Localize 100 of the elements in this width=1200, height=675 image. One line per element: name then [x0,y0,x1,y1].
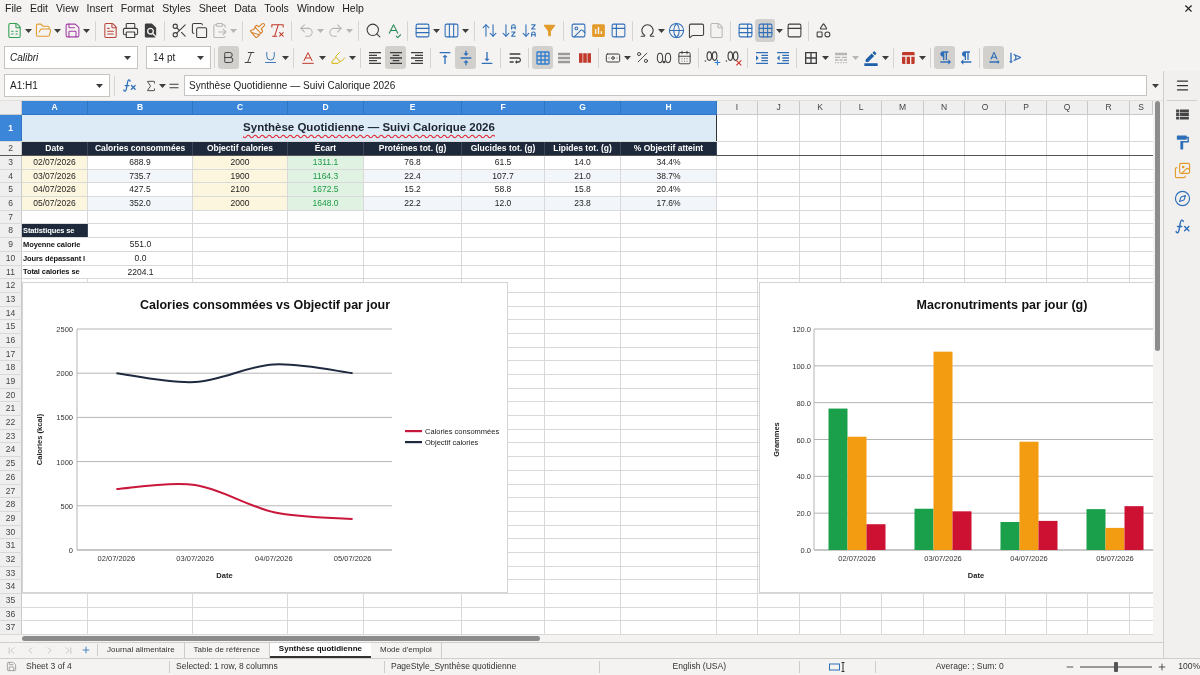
row-header[interactable]: 28 [0,498,22,511]
row-header[interactable]: 15 [0,320,22,333]
function-icon[interactable] [1173,218,1191,235]
zoom-in-icon[interactable] [1157,661,1168,672]
column-header[interactable]: D [288,101,364,115]
column-header[interactable]: P [1006,101,1047,115]
row-header[interactable]: 8 [0,224,22,238]
menu-item[interactable]: Edit [29,3,48,14]
column-header[interactable]: A [22,101,88,115]
row-header[interactable]: 9 [0,238,22,251]
column-header[interactable]: I [717,101,758,115]
row-header[interactable]: 19 [0,375,22,388]
column-header[interactable]: H [621,101,717,115]
row-header[interactable]: 21 [0,402,22,416]
menu-item[interactable]: Help [342,3,364,14]
row-header[interactable]: 25 [0,457,22,470]
menu-item[interactable]: Data [234,3,257,14]
align-center-button[interactable] [385,46,406,69]
row-header[interactable]: 37 [0,621,22,635]
caret-icon [159,83,166,88]
menu-item[interactable]: Tools [264,3,289,14]
column-header[interactable]: R [1088,101,1130,115]
column-header[interactable]: E [364,101,462,115]
text-horizontal-button[interactable] [983,46,1004,69]
column-header[interactable]: Q [1047,101,1088,115]
name-box[interactable]: A1:H1 [4,74,110,97]
borders-icon [802,49,819,66]
column-header[interactable]: O [965,101,1006,115]
column-header[interactable]: G [545,101,621,115]
grid-button[interactable] [755,19,775,42]
table-cell: 05/07/2026 [22,197,88,210]
row-header[interactable]: 24 [0,443,22,457]
menu-icon [1174,78,1190,93]
row-header[interactable]: 12 [0,279,22,292]
caret-icon [658,28,665,33]
zoom-reading[interactable]: 100% [1178,660,1200,674]
language[interactable]: English (USA) [672,660,726,674]
row-header[interactable]: 35 [0,594,22,607]
sheet-tab[interactable]: Mode d'emploi [371,642,442,658]
sheet-tab[interactable]: Synthèse quotidienne [269,642,371,658]
menu-item[interactable]: Sheet [198,3,227,14]
plus-icon[interactable] [81,645,91,655]
function-icon[interactable] [122,78,137,93]
table-cell: 22.2 [364,197,462,210]
column-header[interactable]: S [1130,101,1153,115]
row-header[interactable]: 22 [0,416,22,429]
scrollbar-thumb[interactable] [22,635,540,641]
bold-button[interactable] [218,46,239,69]
row-header[interactable]: 3 [0,156,22,169]
menu-item[interactable]: Format [120,3,155,14]
header-cell: Glucides tot. (g) [462,142,545,155]
paragraph-ltr-button[interactable] [934,46,955,69]
columns-icon [442,22,460,39]
chart-title: Macronutriments par jour (g) [916,298,1088,312]
row-header[interactable]: 31 [0,539,22,552]
selection-mode-icon[interactable] [829,661,846,672]
header-cell: Calories consommées [88,142,193,155]
row-header[interactable]: 6 [0,197,22,210]
scrollbar-thumb[interactable] [1155,101,1160,351]
column-header[interactable]: N [924,101,965,115]
row-header[interactable]: 1 [0,115,22,141]
stats-value: 0.0 [133,251,148,265]
caret-icon [230,28,237,33]
stats-value: 551.0 [128,238,153,251]
menu-item[interactable]: Insert [86,3,113,14]
redo-icon [326,22,344,39]
page-style[interactable]: PageStyle_Synthèse quotidienne [390,660,517,674]
caret-icon [54,28,61,33]
grid-button[interactable] [532,46,553,69]
font-size-field[interactable]: 14 pt [146,46,211,69]
column-header[interactable]: B [88,101,193,115]
sheet-tab[interactable]: Journal alimentaire [98,642,185,658]
caret-icon [1151,83,1159,88]
compass-icon[interactable] [1173,190,1191,207]
column-header[interactable]: C [193,101,288,115]
header-cell: Écart [288,142,364,155]
slider-thumb[interactable] [1114,661,1119,672]
column-header[interactable]: J [758,101,800,115]
table-icon [609,22,627,39]
underline-icon [263,50,278,65]
column-header[interactable]: L [841,101,882,115]
table-cell: 1311.1 [288,156,364,169]
caret-icon [196,55,204,60]
search-icon [364,22,382,39]
formula-input[interactable]: Synthèse Quotidienne — Suivi Calorique 2026 [184,75,1147,96]
menu-item[interactable]: View [56,3,79,14]
menu-item[interactable]: File [5,3,22,14]
sigma-icon[interactable] [144,78,158,93]
font-name-field[interactable]: Calibri [4,46,138,69]
row-header[interactable]: 5 [0,183,22,197]
table-cell: 1648.0 [288,197,364,210]
column-header[interactable]: F [462,101,545,115]
row-header[interactable]: 2 [0,142,22,155]
row-header[interactable]: 34 [0,580,22,594]
column-header[interactable]: K [800,101,841,115]
sheet-tab[interactable]: Table de référence [184,642,270,658]
row-header[interactable]: 18 [0,361,22,375]
menu-item[interactable]: Styles [162,3,191,14]
menu-item[interactable]: Window [296,3,335,14]
column-header[interactable]: M [882,101,924,115]
